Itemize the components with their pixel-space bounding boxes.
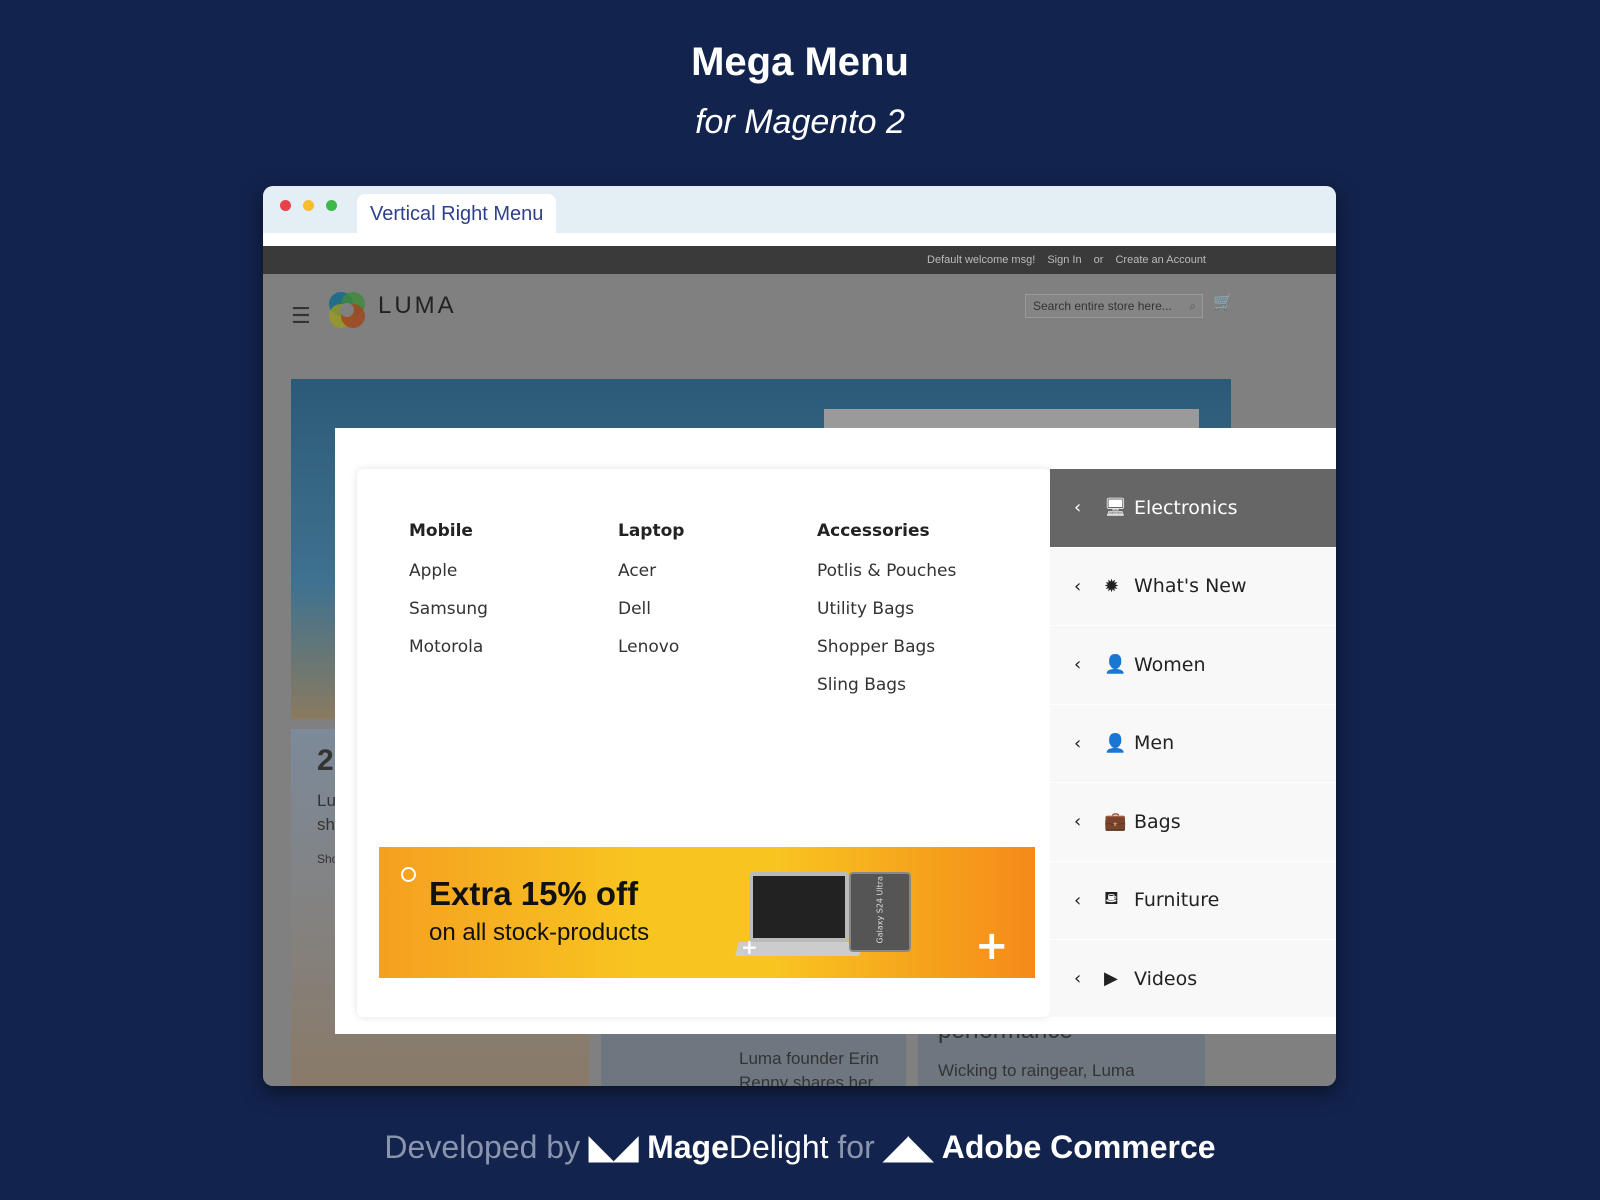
new-badge-icon: ✹ (1104, 575, 1120, 597)
promo-banner[interactable]: Extra 15% off on all stock-products Gala… (379, 847, 1035, 978)
page-title: Mega Menu (691, 40, 909, 84)
card-text: Lu (317, 791, 336, 810)
minimize-window-button[interactable] (303, 200, 314, 211)
category-label: Furniture (1134, 889, 1220, 912)
card-text: Luma founder Erin (739, 1049, 879, 1068)
chevron-left-icon: ‹ (1074, 654, 1082, 676)
play-icon: ▶ (1104, 968, 1118, 990)
banner-headline: Extra 15% off (429, 875, 639, 912)
plus-decoration-icon: + (975, 923, 1009, 969)
menu-link[interactable]: Potlis & Pouches (817, 561, 956, 599)
create-account-link[interactable]: Create an Account (1115, 254, 1206, 266)
laptop-image (749, 872, 849, 942)
cart-icon[interactable]: 🛒 (1213, 292, 1233, 311)
for-text: for (837, 1129, 875, 1165)
page-subtitle: for Magento 2 (695, 103, 905, 141)
magedelight-logo-icon: ◣◢ (588, 1129, 639, 1165)
card-number: 2 (317, 744, 334, 777)
menu-link[interactable]: Apple (409, 561, 488, 599)
mega-menu-panel: Mobile Apple Samsung Motorola Laptop Ace… (335, 428, 1336, 1034)
menu-link[interactable]: Samsung (409, 599, 488, 637)
column-heading[interactable]: Accessories (817, 521, 956, 541)
brand-bold: Mage (647, 1129, 729, 1165)
or-text: or (1093, 254, 1104, 266)
search-icon[interactable]: ⌕ (1189, 295, 1196, 317)
logo-text: LUMA (378, 292, 457, 319)
chevron-left-icon: ‹ (1074, 811, 1082, 833)
menu-link[interactable]: Shopper Bags (817, 637, 956, 675)
menu-link[interactable]: Motorola (409, 637, 488, 675)
menu-link[interactable]: Sling Bags (817, 675, 956, 713)
woman-icon: 👤 (1104, 654, 1127, 676)
banner-subline: on all stock-products (429, 919, 650, 946)
circle-decoration-icon (401, 867, 416, 882)
menu-link[interactable]: Dell (618, 599, 684, 637)
category-label: Women (1134, 653, 1206, 676)
category-women[interactable]: ‹ 👤 Women (1050, 626, 1336, 705)
hamburger-menu-icon[interactable]: ☰ (291, 304, 311, 329)
menu-column-accessories: Accessories Potlis & Pouches Utility Bag… (817, 521, 956, 713)
chevron-left-icon: ‹ (1074, 732, 1082, 754)
vertical-category-menu: ‹ 🖥 Electronics ‹ ✹ What's New ‹ 👤 Women ‹ 👤 Men… (1050, 469, 1336, 1019)
submenu-card: Mobile Apple Samsung Motorola Laptop Ace… (357, 469, 1050, 1017)
category-label: Videos (1134, 967, 1198, 990)
category-label: Men (1134, 732, 1175, 755)
card-text: Wicking to raingear, Luma (938, 1061, 1135, 1080)
category-furniture[interactable]: ‹ ⛾ Furniture (1050, 862, 1336, 940)
footer-credits: Developed by ◣◢ MageDelight for ◢◣ Adobe… (0, 1128, 1600, 1166)
menu-link[interactable]: Acer (618, 561, 684, 599)
phone-label: Galaxy S24 Ultra (875, 876, 885, 944)
chevron-left-icon: ‹ (1074, 889, 1082, 911)
chevron-left-icon: ‹ (1074, 575, 1082, 597)
column-heading[interactable]: Laptop (618, 521, 684, 541)
adobe-logo-icon: ◢◣ (883, 1129, 933, 1165)
category-label: Bags (1134, 810, 1181, 833)
category-label: What's New (1134, 575, 1247, 598)
developed-by-text: Developed by (384, 1129, 581, 1165)
menu-column-laptop: Laptop Acer Dell Lenovo (618, 521, 684, 675)
menu-link[interactable]: Lenovo (618, 637, 684, 675)
close-window-button[interactable] (280, 200, 291, 211)
card-text: sh (317, 815, 335, 834)
category-whats-new[interactable]: ‹ ✹ What's New (1050, 548, 1336, 626)
monitor-icon: 🖥 (1104, 497, 1127, 519)
search-placeholder: Search entire store here... (1033, 299, 1172, 313)
browser-window: Vertical Right Menu Default welcome msg!… (263, 186, 1336, 1086)
armchair-icon: ⛾ (1104, 888, 1119, 910)
phone-image: Galaxy S24 Ultra (849, 872, 911, 952)
brand-light: Delight (728, 1129, 829, 1165)
category-electronics[interactable]: ‹ 🖥 Electronics (1050, 469, 1336, 548)
platform-name: Adobe Commerce (941, 1129, 1216, 1165)
maximize-window-button[interactable] (326, 200, 337, 211)
menu-column-mobile: Mobile Apple Samsung Motorola (409, 521, 488, 675)
chevron-left-icon: ‹ (1074, 968, 1082, 990)
category-videos[interactable]: ‹ ▶ Videos (1050, 940, 1336, 1019)
category-label: Electronics (1134, 496, 1238, 519)
menu-link[interactable]: Utility Bags (817, 599, 956, 637)
man-icon: 👤 (1104, 732, 1127, 754)
search-input[interactable]: Search entire store here... ⌕ (1025, 294, 1203, 318)
category-men[interactable]: ‹ 👤 Men (1050, 705, 1336, 783)
luma-logo[interactable] (327, 290, 367, 330)
store-topbar: Default welcome msg! Sign In or Create a… (263, 246, 1336, 274)
briefcase-icon: 💼 (1104, 811, 1127, 833)
card-text: Renny shares her (739, 1073, 874, 1086)
column-heading[interactable]: Mobile (409, 521, 488, 541)
tab-vertical-right-menu[interactable]: Vertical Right Menu (357, 194, 557, 233)
welcome-message: Default welcome msg! (927, 254, 1036, 266)
chevron-left-icon: ‹ (1074, 497, 1082, 519)
sign-in-link[interactable]: Sign In (1047, 254, 1081, 266)
category-bags[interactable]: ‹ 💼 Bags (1050, 783, 1336, 862)
plus-decoration-icon: + (741, 935, 758, 959)
